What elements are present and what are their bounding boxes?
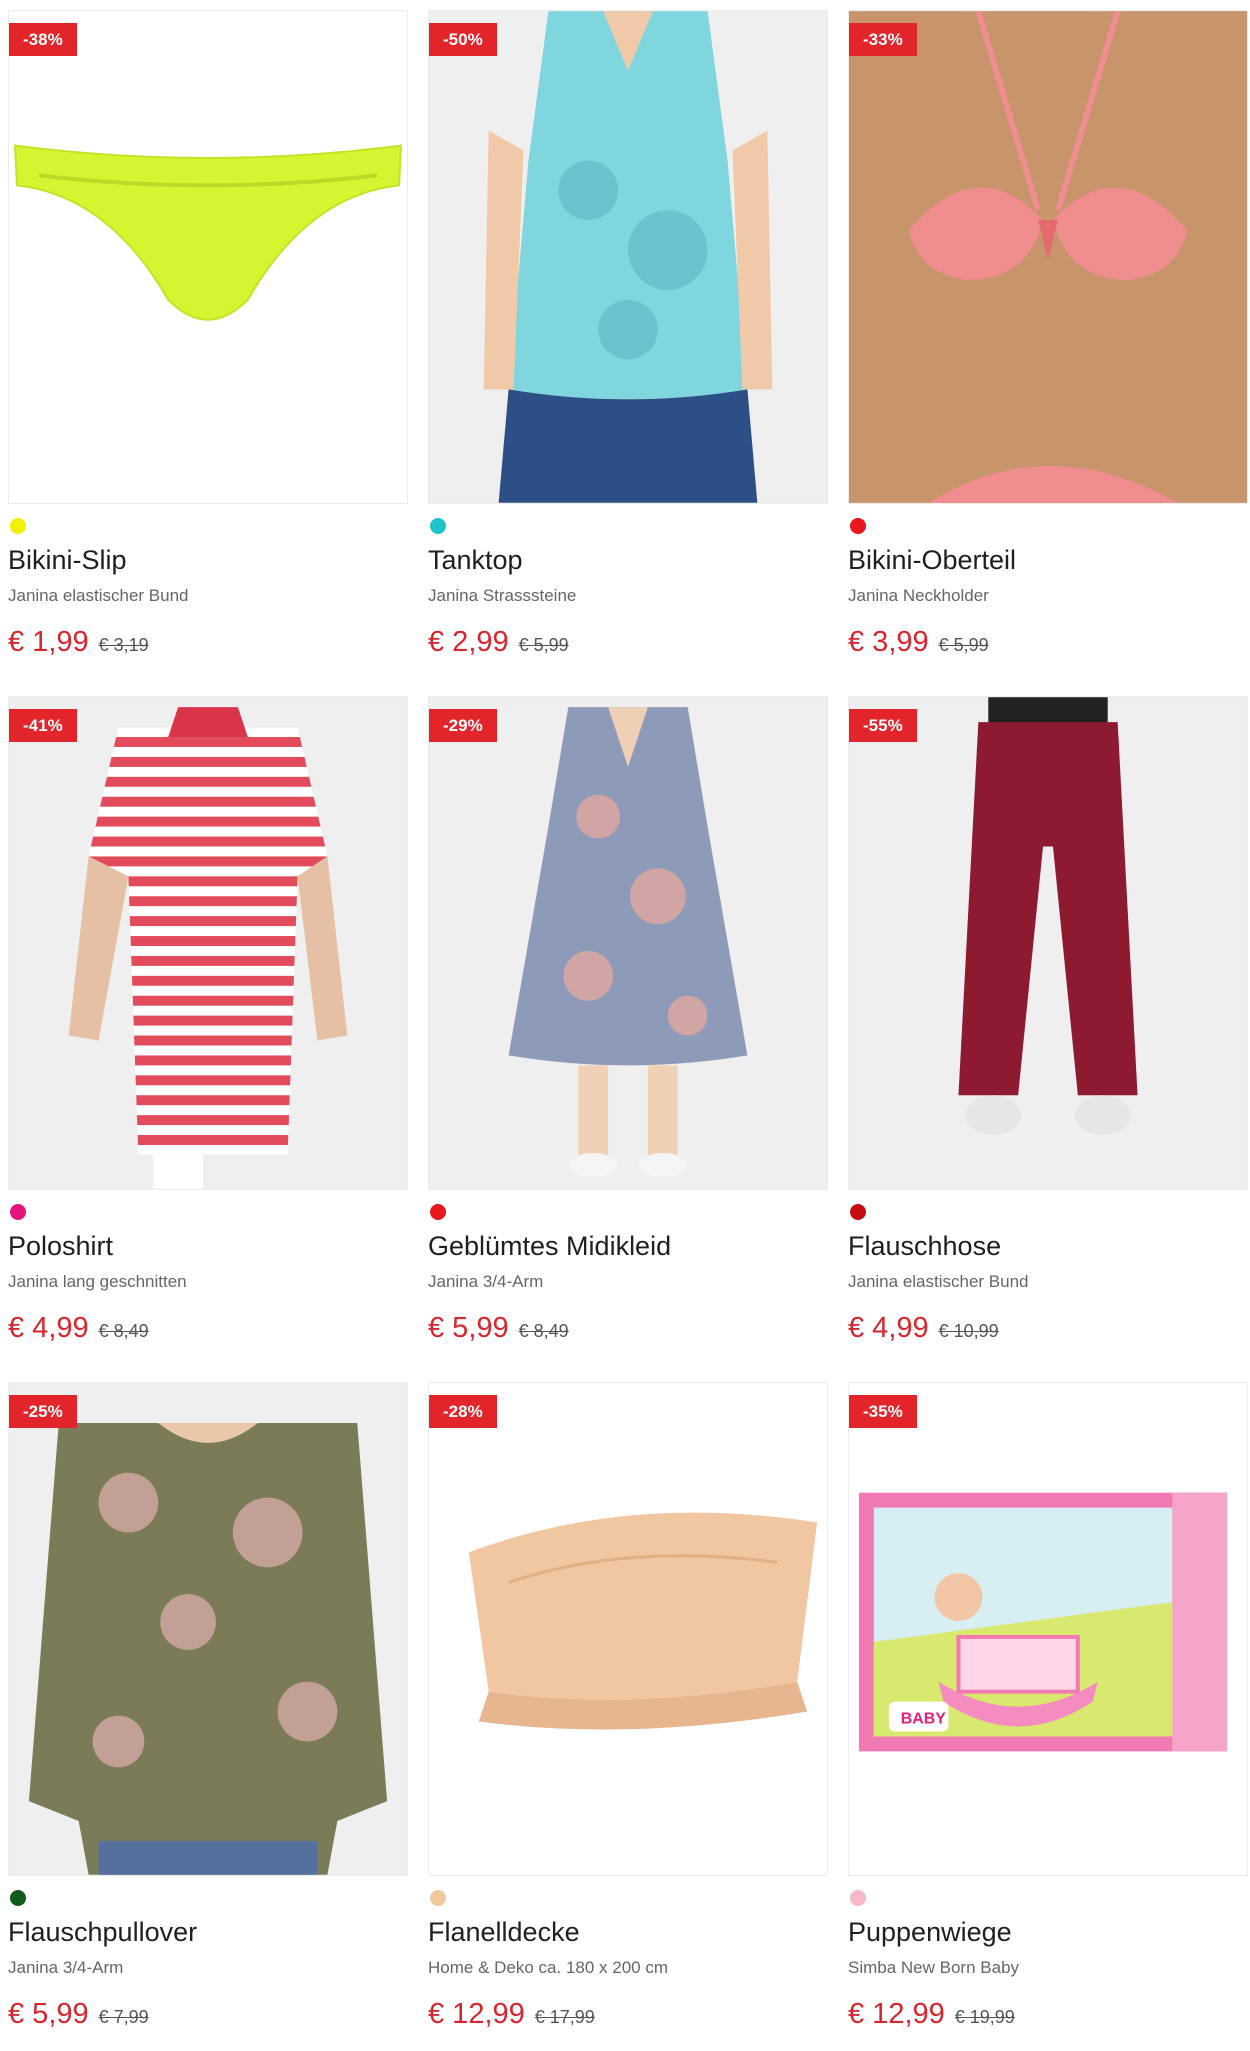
product-image-bikini-slip[interactable]: -38% — [8, 10, 408, 504]
old-price: € 5,99 — [518, 635, 569, 655]
current-price: € 12,99 — [428, 1998, 525, 2030]
product-subtitle: Janina Strasssteine — [428, 586, 577, 605]
color-swatch[interactable] — [10, 1890, 26, 1906]
product-card[interactable]: BABY -35% Puppenwiege Simba New Born Bab… — [848, 1382, 1248, 2035]
discount-badge: -33% — [849, 23, 917, 56]
current-price: € 3,99 — [848, 626, 929, 658]
price-row: € 2,99 € 5,99 — [428, 626, 828, 663]
color-swatch[interactable] — [430, 1890, 446, 1906]
product-subtitle: Janina 3/4-Arm — [428, 1272, 544, 1291]
current-price: € 2,99 — [428, 626, 509, 658]
current-price: € 4,99 — [848, 1312, 929, 1344]
box-logo-text: BABY — [901, 1711, 946, 1728]
current-price: € 5,99 — [8, 1998, 89, 2030]
color-swatch[interactable] — [850, 518, 866, 534]
old-price: € 8,49 — [98, 1321, 149, 1341]
product-subtitle: Home & Deko ca. 180 x 200 cm — [428, 1958, 669, 1977]
current-price: € 12,99 — [848, 1998, 945, 2030]
current-price: € 4,99 — [8, 1312, 89, 1344]
color-swatch[interactable] — [430, 1204, 446, 1220]
price-row: € 1,99 € 3,19 — [8, 626, 408, 663]
product-title[interactable]: Flanelldecke — [428, 1916, 828, 1948]
product-image-poloshirt[interactable]: -41% — [8, 696, 408, 1190]
product-subtitle: Janina 3/4-Arm — [8, 1958, 124, 1977]
old-price: € 8,49 — [518, 1321, 569, 1341]
discount-badge: -55% — [849, 709, 917, 742]
product-subtitle: Janina elastischer Bund — [8, 586, 189, 605]
product-card[interactable]: -41% Poloshirt Janina lang geschnitten €… — [8, 696, 408, 1349]
product-card[interactable]: -33% Bikini-Oberteil Janina Neckholder €… — [848, 10, 1248, 663]
product-image-midikleid[interactable]: -29% — [428, 696, 828, 1190]
product-title[interactable]: Poloshirt — [8, 1230, 408, 1262]
product-title[interactable]: Puppenwiege — [848, 1916, 1248, 1948]
price-row: € 12,99 € 17,99 — [428, 1998, 828, 2035]
price-row: € 4,99 € 8,49 — [8, 1312, 408, 1349]
old-price: € 17,99 — [534, 2007, 595, 2027]
old-price: € 19,99 — [954, 2007, 1015, 2027]
product-title[interactable]: Flauschpullover — [8, 1916, 408, 1948]
product-title[interactable]: Geblümtes Midikleid — [428, 1230, 828, 1262]
discount-badge: -28% — [429, 1395, 497, 1428]
product-image-flauschhose[interactable]: -55% — [848, 696, 1248, 1190]
product-card[interactable]: -38% Bikini-Slip Janina elastischer Bund… — [8, 10, 408, 663]
color-swatch[interactable] — [850, 1204, 866, 1220]
flauschpullover-image — [9, 1383, 407, 1875]
product-card[interactable]: -55% Flauschhose Janina elastischer Bund… — [848, 696, 1248, 1349]
product-card[interactable]: -50% Tanktop Janina Strasssteine € 2,99 €… — [428, 10, 828, 663]
price-row: € 12,99 € 19,99 — [848, 1998, 1248, 2035]
flanelldecke-image — [429, 1383, 827, 1875]
tanktop-image — [429, 11, 827, 503]
price-row: € 3,99 € 5,99 — [848, 626, 1248, 663]
color-swatch[interactable] — [430, 518, 446, 534]
flauschhose-image — [849, 697, 1247, 1189]
product-subtitle: Simba New Born Baby — [848, 1958, 1020, 1977]
price-row: € 5,99 € 7,99 — [8, 1998, 408, 2035]
price-row: € 4,99 € 10,99 — [848, 1312, 1248, 1349]
color-swatch[interactable] — [850, 1890, 866, 1906]
discount-badge: -29% — [429, 709, 497, 742]
discount-badge: -35% — [849, 1395, 917, 1428]
puppenwiege-image: BABY — [849, 1383, 1247, 1875]
discount-badge: -25% — [9, 1395, 77, 1428]
product-image-tanktop[interactable]: -50% — [428, 10, 828, 504]
discount-badge: -41% — [9, 709, 77, 742]
poloshirt-image — [9, 697, 407, 1189]
product-image-bikini-top[interactable]: -33% — [848, 10, 1248, 504]
product-subtitle: Janina lang geschnitten — [8, 1272, 187, 1291]
old-price: € 5,99 — [938, 635, 989, 655]
old-price: € 7,99 — [98, 2007, 149, 2027]
product-grid: -38% Bikini-Slip Janina elastischer Bund… — [0, 0, 1250, 2051]
price-row: € 5,99 € 8,49 — [428, 1312, 828, 1349]
product-card[interactable]: -28% Flanelldecke Home & Deko ca. 180 x … — [428, 1382, 828, 2035]
product-title[interactable]: Bikini-Oberteil — [848, 544, 1248, 576]
product-image-flauschpullover[interactable]: -25% — [8, 1382, 408, 1876]
discount-badge: -50% — [429, 23, 497, 56]
old-price: € 3,19 — [98, 635, 149, 655]
product-subtitle: Janina Neckholder — [848, 586, 989, 605]
product-title[interactable]: Bikini-Slip — [8, 544, 408, 576]
product-subtitle: Janina elastischer Bund — [848, 1272, 1029, 1291]
old-price: € 10,99 — [938, 1321, 999, 1341]
product-title[interactable]: Tanktop — [428, 544, 828, 576]
color-swatch[interactable] — [10, 518, 26, 534]
current-price: € 5,99 — [428, 1312, 509, 1344]
product-image-flanelldecke[interactable]: -28% — [428, 1382, 828, 1876]
current-price: € 1,99 — [8, 626, 89, 658]
discount-badge: -38% — [9, 23, 77, 56]
midikleid-image — [429, 697, 827, 1189]
bikini-top-image — [849, 11, 1247, 503]
product-card[interactable]: -25% Flauschpullover Janina 3/4-Arm € 5,… — [8, 1382, 408, 2035]
product-title[interactable]: Flauschhose — [848, 1230, 1248, 1262]
product-card[interactable]: -29% Geblümtes Midikleid Janina 3/4-Arm … — [428, 696, 828, 1349]
product-image-puppenwiege[interactable]: BABY -35% — [848, 1382, 1248, 1876]
bikini-slip-image — [9, 11, 407, 503]
color-swatch[interactable] — [10, 1204, 26, 1220]
